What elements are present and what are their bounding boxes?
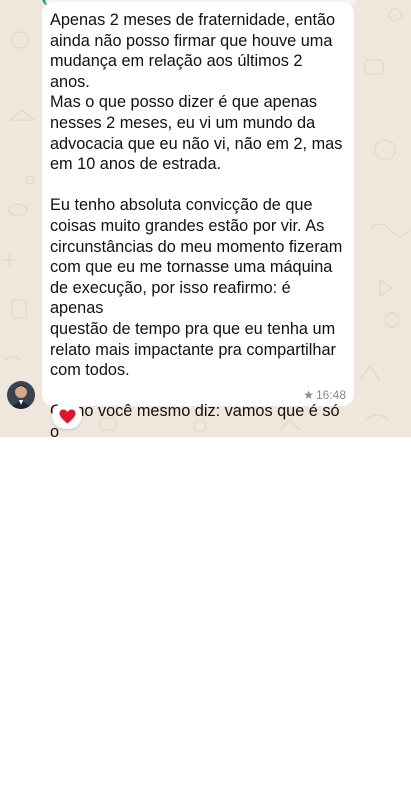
message-meta: ★ 16:48 bbox=[303, 388, 346, 402]
message-text: Apenas 2 meses de fraternidade, então ai… bbox=[50, 11, 343, 437]
message-time: 16:48 bbox=[315, 388, 346, 402]
heart-reaction[interactable] bbox=[52, 403, 82, 429]
avatar[interactable] bbox=[7, 381, 35, 409]
heart-icon bbox=[59, 409, 75, 423]
star-icon: ★ bbox=[303, 388, 314, 402]
chat-area: Apenas 2 meses de fraternidade, então ai… bbox=[0, 0, 411, 437]
empty-area bbox=[0, 437, 411, 800]
message-bubble[interactable]: Apenas 2 meses de fraternidade, então ai… bbox=[42, 2, 354, 437]
